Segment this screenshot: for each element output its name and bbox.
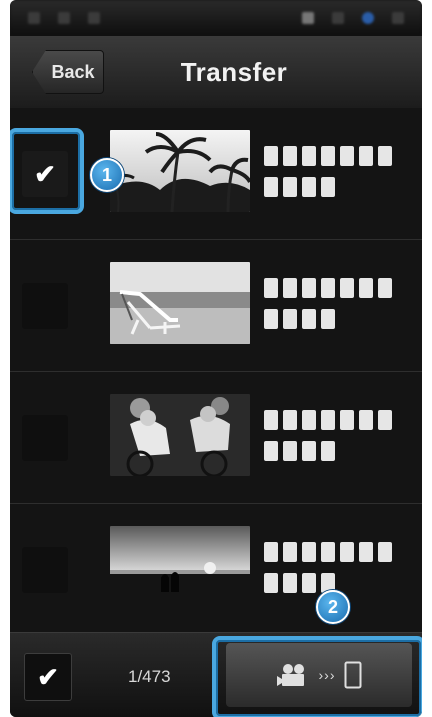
- select-all-checkbox[interactable]: ✔: [24, 653, 72, 701]
- thumbnail-beach-chair[interactable]: [110, 262, 250, 344]
- callout-badge: 2: [316, 590, 350, 624]
- status-icon: [332, 12, 344, 24]
- transfer-button[interactable]: ›››: [226, 643, 412, 707]
- bottom-toolbar: ✔ 1/473 ›››: [10, 632, 422, 717]
- status-icon: [28, 12, 40, 24]
- signal-icon: [302, 12, 314, 24]
- blurred-text: [264, 410, 404, 472]
- back-button[interactable]: Back: [32, 50, 104, 94]
- checkmark-icon: ✔: [34, 159, 56, 189]
- header-bar: Transfer Back: [10, 36, 422, 109]
- blurred-text: [264, 278, 404, 340]
- item-checkbox[interactable]: [22, 283, 68, 329]
- item-checkbox[interactable]: ✔: [22, 151, 68, 197]
- item-checkbox[interactable]: [22, 415, 68, 461]
- blurred-text: [264, 146, 404, 208]
- camcorder-icon: [276, 664, 304, 686]
- smartphone-icon: [344, 661, 361, 689]
- thumbnail-cyclists[interactable]: [110, 394, 250, 476]
- wifi-icon: [362, 12, 374, 24]
- selection-count: 1/473: [128, 667, 171, 686]
- checkmark-icon: ✔: [37, 662, 59, 692]
- list-item[interactable]: [10, 504, 422, 636]
- list-item[interactable]: [10, 240, 422, 372]
- video-list: ✔ 1: [10, 108, 422, 636]
- arrow-dots-icon: ›››: [318, 667, 336, 683]
- phone-screen: Transfer Back ✔ 1 ✔ 1/473 ››› 2: [10, 0, 422, 717]
- status-bar: [10, 0, 422, 36]
- battery-icon: [392, 12, 404, 24]
- item-checkbox[interactable]: [22, 547, 68, 593]
- thumbnail-palm-trees[interactable]: [110, 130, 250, 212]
- status-icon: [58, 12, 70, 24]
- list-item[interactable]: [10, 372, 422, 504]
- thumbnail-sunset-couple[interactable]: [110, 526, 250, 608]
- list-item[interactable]: ✔ 1: [10, 108, 422, 240]
- status-icon: [88, 12, 100, 24]
- callout-badge: 1: [90, 158, 124, 192]
